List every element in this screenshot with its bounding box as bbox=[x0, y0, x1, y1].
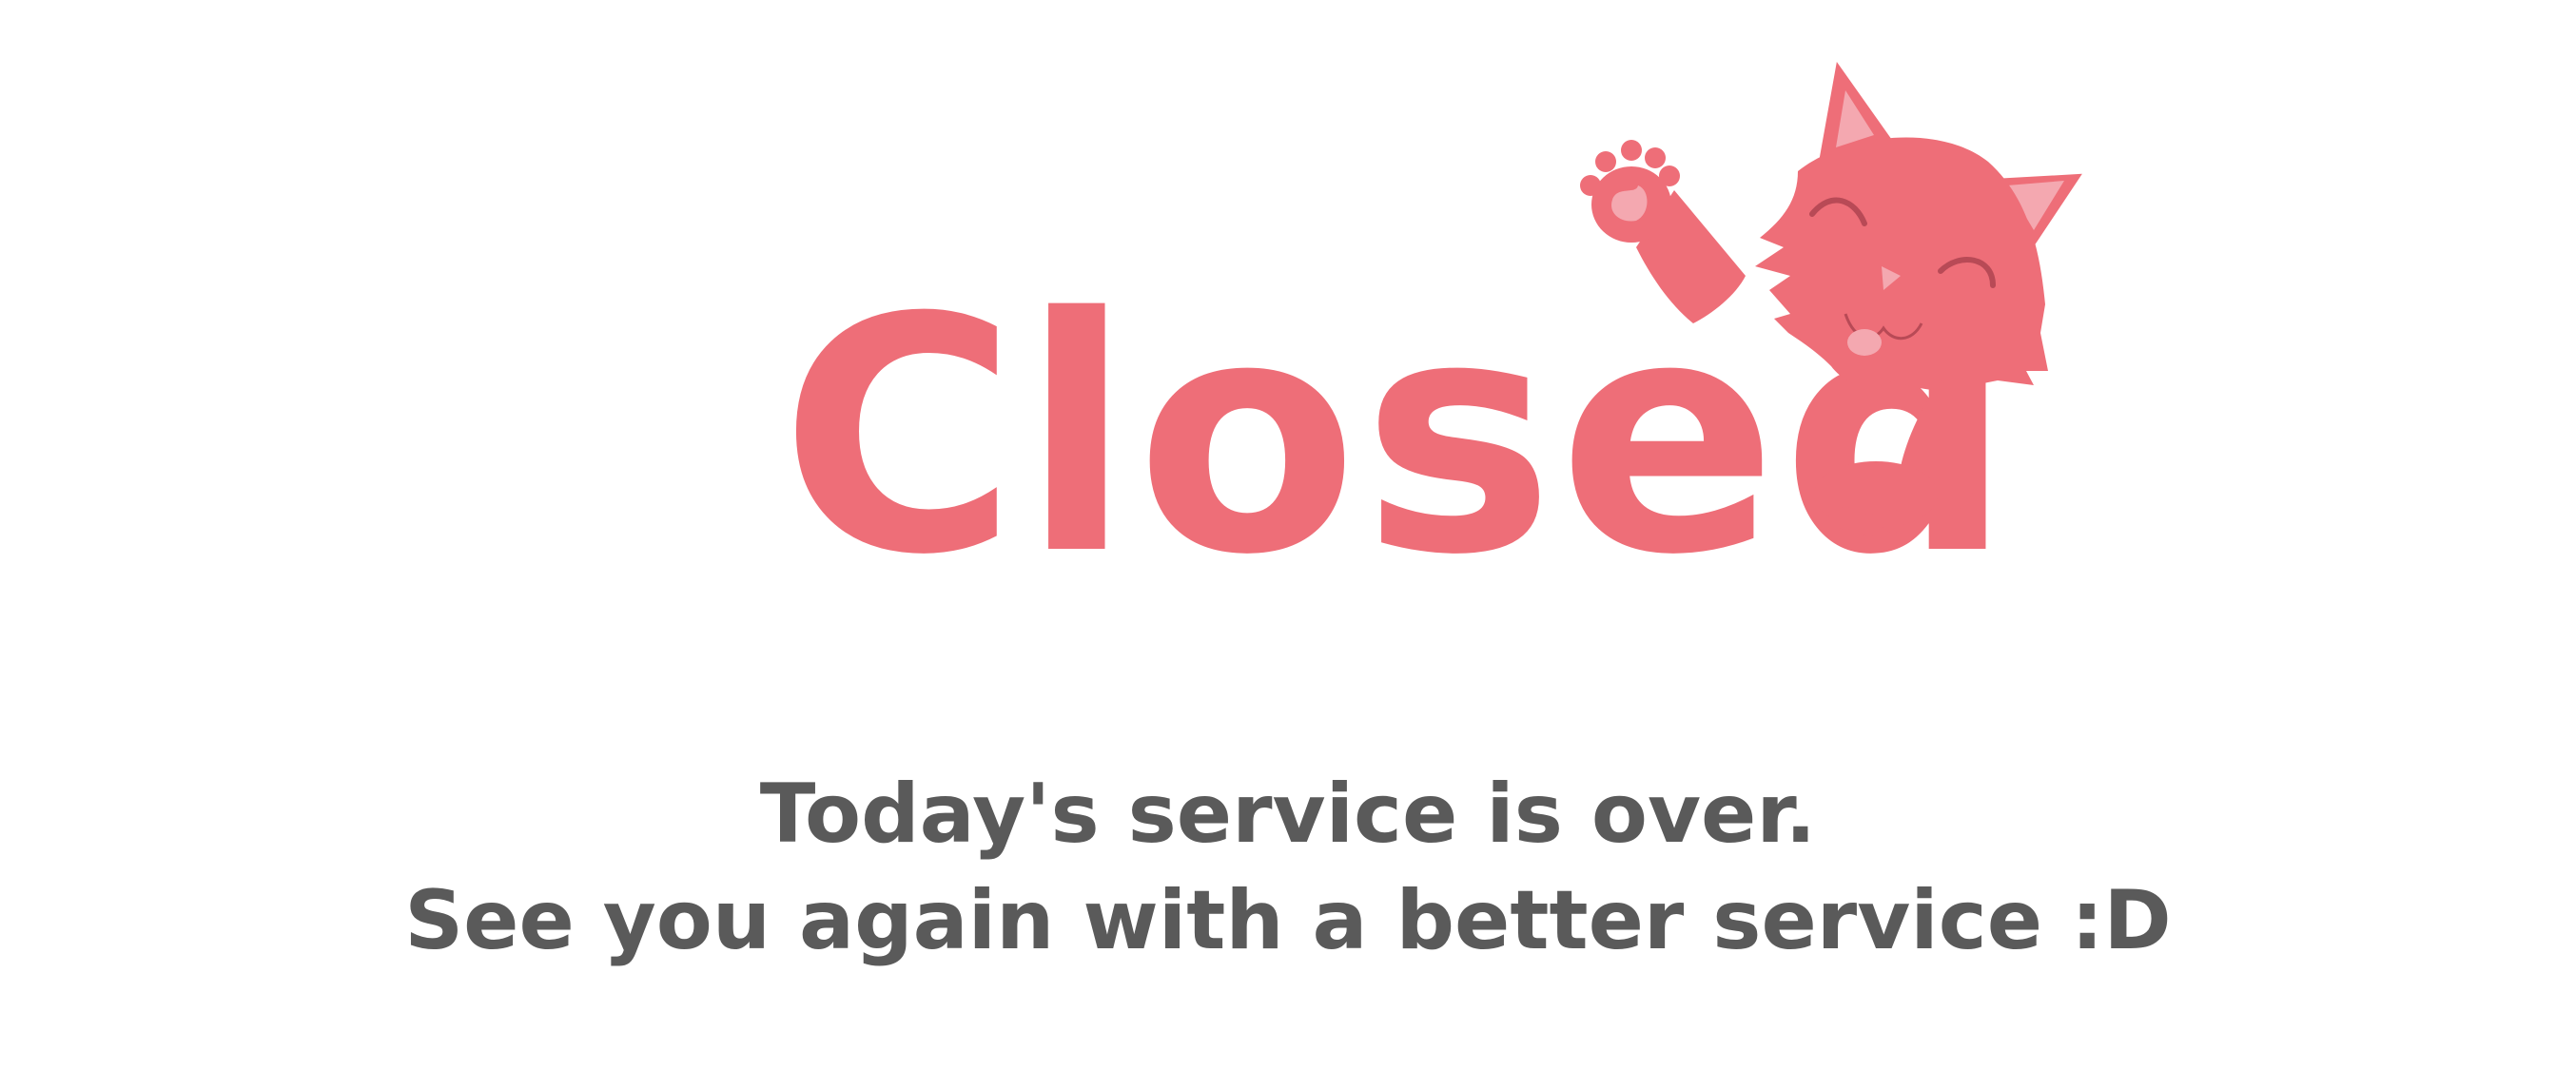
message-line-2: See you again with a better service :D bbox=[404, 873, 2172, 968]
waving-cat-icon bbox=[1580, 61, 2082, 536]
cat-head bbox=[1755, 137, 2048, 391]
closed-message: Today's service is over. See you again w… bbox=[0, 761, 2576, 974]
closed-page: Closed Today's service is over. See you … bbox=[0, 0, 2576, 1090]
cat-tongue bbox=[1847, 329, 1882, 356]
message-line-1: Today's service is over. bbox=[759, 767, 1817, 862]
